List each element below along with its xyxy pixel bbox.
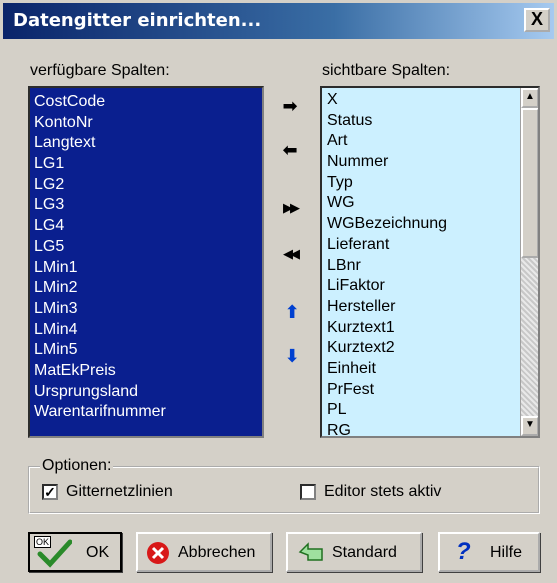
remove-column-button[interactable]: ⬅	[278, 140, 302, 162]
editor-always-active-checkbox[interactable]	[300, 484, 316, 500]
add-all-columns-button[interactable]: ▶▶	[278, 198, 302, 220]
undo-arrow-icon	[298, 542, 323, 561]
question-mark-icon: ?	[456, 538, 471, 565]
list-item[interactable]: Ursprungsland	[34, 382, 258, 403]
editor-always-active-label: Editor stets aktiv	[324, 483, 442, 500]
list-item[interactable]: LMin1	[34, 258, 258, 279]
available-columns-list[interactable]: CostCode KontoNr Langtext LG1 LG2 LG3 LG…	[28, 86, 264, 438]
list-item[interactable]: KontoNr	[34, 113, 258, 134]
list-item[interactable]: CostCode	[34, 92, 258, 113]
cancel-label: Abbrechen	[178, 544, 256, 561]
list-item[interactable]: Art	[327, 131, 517, 152]
visible-columns-label: sichtbare Spalten:	[322, 62, 451, 79]
visible-columns-list[interactable]: X Status Art Nummer Typ WG WGBezeichnung…	[320, 86, 540, 438]
list-item[interactable]: PrFest	[327, 380, 517, 401]
list-item[interactable]: Warentarifnummer	[34, 402, 258, 423]
help-button[interactable]: ? Hilfe	[438, 532, 540, 572]
scroll-thumb[interactable]	[521, 108, 538, 258]
list-item[interactable]: WGBezeichnung	[327, 214, 517, 235]
list-item[interactable]: LiFaktor	[327, 276, 517, 297]
list-item[interactable]: RG	[327, 421, 517, 436]
list-item[interactable]: Kurztext2	[327, 338, 517, 359]
list-item[interactable]: Kurztext1	[327, 318, 517, 339]
window-title: Datengitter einrichten...	[13, 10, 262, 31]
list-item[interactable]: LMin5	[34, 340, 258, 361]
list-item[interactable]: LG2	[34, 175, 258, 196]
title-bar[interactable]: Datengitter einrichten... X	[3, 3, 554, 39]
move-up-button[interactable]: ⬆	[280, 302, 304, 324]
list-item[interactable]: Langtext	[34, 133, 258, 154]
list-item[interactable]: LG1	[34, 154, 258, 175]
list-item[interactable]: X	[327, 90, 517, 111]
list-item[interactable]: LG4	[34, 216, 258, 237]
list-item[interactable]: WG	[327, 193, 517, 214]
list-item[interactable]: Nummer	[327, 152, 517, 173]
list-item[interactable]: Lieferant	[327, 235, 517, 256]
list-item[interactable]: Status	[327, 111, 517, 132]
help-label: Hilfe	[490, 544, 523, 561]
list-item[interactable]: LMin4	[34, 320, 258, 341]
close-button[interactable]: X	[524, 8, 550, 32]
ok-badge: OK	[34, 536, 52, 548]
gridlines-label: Gitternetzlinien	[66, 483, 173, 500]
cancel-button[interactable]: Abbrechen	[136, 532, 272, 572]
remove-all-columns-button[interactable]: ◀◀	[278, 244, 302, 266]
dialog-window: Datengitter einrichten... X verfügbare S…	[0, 0, 557, 583]
list-item[interactable]: Einheit	[327, 359, 517, 380]
list-item[interactable]: MatEkPreis	[34, 361, 258, 382]
list-item[interactable]: LG5	[34, 237, 258, 258]
gridlines-checkbox[interactable]: ✓	[42, 484, 58, 500]
options-legend: Optionen:	[40, 457, 114, 475]
move-down-button[interactable]: ⬇	[280, 346, 304, 368]
list-item[interactable]: LMin3	[34, 299, 258, 320]
cancel-x-icon	[147, 542, 169, 564]
available-columns-label: verfügbare Spalten:	[30, 62, 170, 79]
ok-label: OK	[86, 544, 110, 561]
list-item[interactable]: PL	[327, 400, 517, 421]
list-item[interactable]: LMin2	[34, 278, 258, 299]
scroll-up-arrow-icon[interactable]: ▲	[521, 88, 538, 108]
list-item[interactable]: LBnr	[327, 256, 517, 277]
standard-label: Standard	[332, 544, 397, 561]
standard-button[interactable]: Standard	[286, 532, 422, 572]
list-item[interactable]: LG3	[34, 195, 258, 216]
add-column-button[interactable]: ➡	[278, 96, 302, 118]
visible-list-scrollbar[interactable]: ▲ ▼	[520, 88, 538, 436]
scroll-down-arrow-icon[interactable]: ▼	[521, 416, 538, 436]
list-item[interactable]: Hersteller	[327, 297, 517, 318]
list-item[interactable]: Typ	[327, 173, 517, 194]
ok-button[interactable]: OK OK	[28, 532, 122, 572]
